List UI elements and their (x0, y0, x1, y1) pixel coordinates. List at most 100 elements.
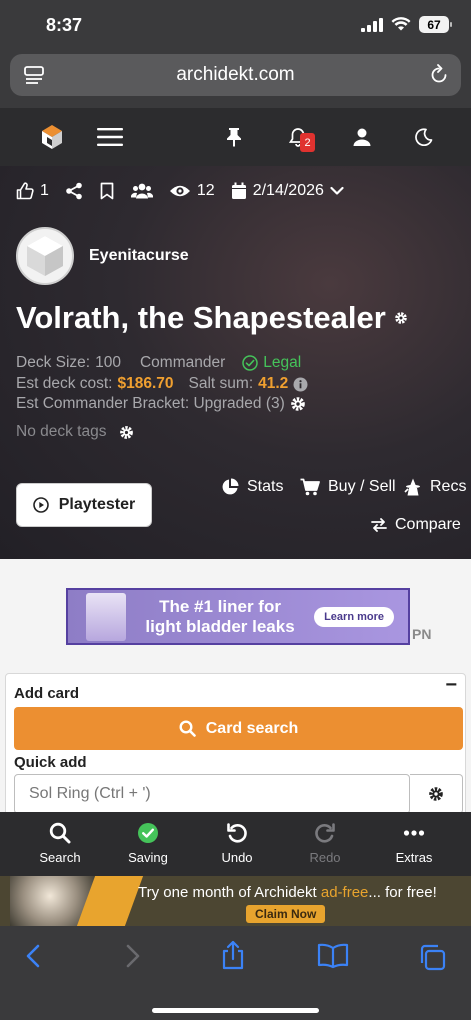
menu-icon[interactable] (96, 108, 124, 166)
bracket-label: Est Commander Bracket: Upgraded (3) (16, 395, 285, 412)
pin-icon[interactable] (222, 108, 246, 166)
promo-text-after: ... for free! (368, 884, 437, 901)
promo-text-highlight: ad-free (320, 884, 369, 901)
owner-avatar[interactable] (16, 227, 74, 285)
recs-button[interactable]: Recs (404, 478, 466, 496)
claim-now-button[interactable]: Claim Now (246, 905, 326, 923)
promo-text-before: Try one month of Archidekt (138, 884, 321, 901)
deck-header: 1 12 2/14/2026 Eyenitacurse Volrath, the… (0, 166, 471, 559)
app-navbar: 2 (0, 108, 471, 166)
salt-value: 41.2 (258, 375, 289, 392)
toolbar-search-button[interactable]: Search (20, 822, 100, 865)
toolbar-extras-button[interactable]: Extras (374, 822, 454, 865)
eye-icon (169, 184, 191, 198)
deck-date-text: 2/14/2026 (252, 182, 324, 199)
archidekt-logo-icon[interactable] (36, 108, 68, 166)
deck-toolbar: Search Saving Undo Redo Extras (0, 812, 471, 876)
owner-username[interactable]: Eyenitacurse (89, 247, 189, 265)
deck-size-label: Deck Size: (16, 354, 91, 371)
url-text: archidekt.com (176, 64, 295, 85)
collapse-panel-button[interactable]: − (445, 674, 457, 697)
deck-date[interactable]: 2/14/2026 (231, 182, 344, 200)
views: 12 (169, 182, 215, 200)
battery-icon: 67 (419, 16, 452, 33)
pie-chart-icon (221, 478, 239, 496)
stats-button[interactable]: Stats (221, 478, 283, 496)
playtester-label: Playtester (58, 496, 136, 513)
tabs-icon[interactable] (418, 943, 446, 971)
promo-text: Try one month of Archidekt ad-free... fo… (138, 884, 437, 901)
redo-icon (314, 822, 336, 844)
status-icons: 67 (361, 16, 452, 33)
view-count: 12 (196, 182, 215, 199)
forward-chevron-icon[interactable] (124, 943, 142, 969)
deck-size-value: 100 (95, 354, 121, 371)
deck-tags-row: No deck tags (16, 423, 134, 441)
notifications-bell-icon[interactable]: 2 (286, 108, 315, 166)
ellipsis-icon (403, 822, 425, 844)
quick-add-input[interactable]: Sol Ring (Ctrl + ') (14, 774, 410, 814)
toolbar-saving-label: Saving (128, 850, 168, 865)
dark-mode-moon-icon[interactable] (412, 108, 436, 166)
add-card-panel: Add card − Card search Quick add Sol Rin… (5, 673, 466, 823)
deck-meta-row: 1 12 2/14/2026 (16, 182, 360, 200)
deck-cost-label: Est deck cost: (16, 375, 113, 392)
bookmark-icon[interactable] (99, 182, 115, 200)
stats-label: Stats (247, 478, 284, 495)
followers-users-icon[interactable] (130, 183, 153, 199)
wizard-icon (404, 478, 422, 496)
card-search-button[interactable]: Card search (14, 707, 463, 750)
ad-product-image (86, 592, 126, 641)
shopping-cart-icon (300, 478, 320, 496)
deck-title: Volrath, the Shapestealer (16, 300, 408, 336)
compare-arrows-icon (371, 517, 387, 533)
deck-format: Commander (139, 354, 226, 371)
ad-free-promo-banner[interactable]: Try one month of Archidekt ad-free... fo… (0, 876, 471, 926)
deck-cost-value: $186.70 (117, 375, 174, 392)
info-icon[interactable] (293, 377, 308, 392)
gear-icon (428, 786, 444, 802)
share-icon[interactable] (65, 182, 83, 200)
chevron-down-icon (330, 186, 344, 196)
legality-status: Legal (263, 354, 302, 371)
deck-tags-label: No deck tags (16, 423, 107, 440)
calendar-icon (231, 182, 247, 200)
bookmarks-book-icon[interactable] (317, 943, 349, 969)
title-gear-icon[interactable] (394, 311, 408, 325)
playtester-button[interactable]: Playtester (16, 483, 152, 527)
share-sheet-icon[interactable] (220, 940, 246, 970)
legal-check-icon (242, 355, 258, 371)
back-chevron-icon[interactable] (24, 943, 42, 969)
advertisement-banner[interactable]: The #1 liner for light bladder leaks Lea… (66, 588, 410, 645)
deck-cost-row: Est deck cost: $186.70 Salt sum: 41.2 (16, 375, 308, 393)
salt-label: Salt sum: (188, 375, 254, 392)
undo-icon (226, 822, 248, 844)
bracket-gear-icon[interactable] (290, 396, 306, 412)
promo-artwork (10, 876, 110, 926)
search-icon (179, 720, 196, 737)
quick-add-settings-button[interactable] (410, 774, 463, 814)
notification-count-badge: 2 (300, 133, 315, 152)
ad-headline-line2: light bladder leaks (145, 616, 295, 636)
card-search-label: Card search (205, 719, 299, 737)
reload-icon[interactable] (429, 64, 449, 86)
ad-headline: The #1 liner for light bladder leaks (126, 597, 314, 637)
address-bar[interactable]: archidekt.com (10, 54, 461, 96)
ad-learn-more-button[interactable]: Learn more (314, 606, 394, 627)
reader-view-icon[interactable] (24, 65, 44, 85)
play-circle-icon (32, 497, 49, 513)
quick-add-label: Quick add (14, 754, 87, 771)
toolbar-search-label: Search (39, 850, 81, 865)
deck-body: The #1 liner for light bladder leaks Lea… (0, 559, 471, 823)
user-icon[interactable] (350, 108, 374, 166)
tags-gear-icon[interactable] (119, 425, 134, 440)
search-icon (49, 822, 71, 844)
toolbar-saving-status: Saving (108, 822, 188, 865)
toolbar-undo-button[interactable]: Undo (197, 822, 277, 865)
like-button[interactable]: 1 (16, 182, 49, 200)
compare-button[interactable]: Compare (371, 516, 461, 534)
buy-sell-button[interactable]: Buy / Sell (300, 478, 396, 496)
add-card-title: Add card (14, 685, 80, 702)
toolbar-redo-button[interactable]: Redo (285, 822, 365, 865)
check-circle-icon (137, 822, 159, 844)
